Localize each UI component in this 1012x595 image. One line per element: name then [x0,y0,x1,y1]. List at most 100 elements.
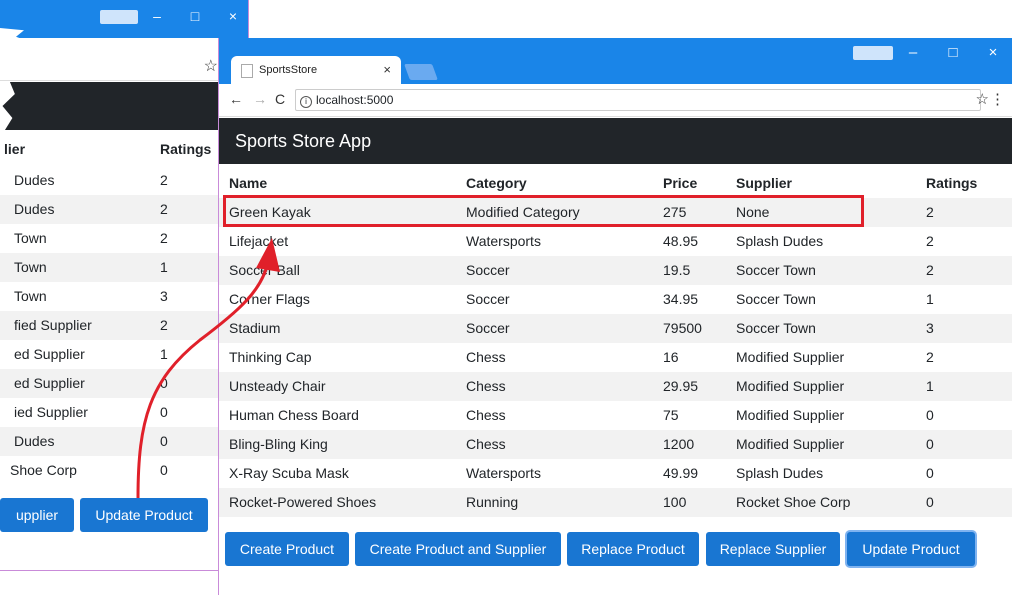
browser-window: SportsStore × – □ × ← → C i localhost:500… [218,38,1012,595]
column-header-supplier: lier [4,141,26,157]
table-row: Human Chess Board Chess 75 Modified Supplie… [219,401,1012,430]
close-button[interactable]: × [973,44,1012,64]
back-app-header [2,82,248,130]
back-table-row: ed Supplier 0 [0,369,220,398]
address-bar: ← → C i localhost:5000 ☆ ⋮ [219,84,1012,117]
rating-cell: 2 [926,233,934,249]
supplier-cell: Soccer Town [736,262,816,278]
button-bar: Create Product Create Product and Suppli… [219,532,1012,568]
user-icon[interactable] [853,44,893,64]
supplier-cell: Soccer Town [736,291,816,307]
column-header-name: Name [229,175,268,191]
bookmark-star-icon[interactable]: ☆ [204,56,218,76]
url-text: localhost:5000 [316,93,394,107]
table-row: Bling-Bling King Chess 1200 Modified Suppli… [219,430,1012,459]
reload-icon[interactable]: C [275,91,285,107]
menu-icon[interactable]: ⋮ [990,90,1005,108]
back-table-row: Dudes 2 [0,195,220,224]
supplier-cell: Modified Supplier [736,378,845,394]
update-product-button[interactable]: Update Product [80,498,208,532]
table-row: Rocket-Powered Shoes Running 100 Rocket Sho… [219,488,1012,517]
create-product-and-supplier-button[interactable]: Create Product and Supplier [355,532,561,566]
supplier-cell: Splash Dudes [736,465,824,481]
back-titlebar: – □ × [0,0,248,38]
titlebar: SportsStore × – □ × [219,38,1012,84]
rating-cell: 0 [160,375,168,391]
supplier-cell: Dudes [14,172,55,188]
supplier-cell: Modified Supplier [736,349,845,365]
price-cell: 100 [663,494,687,510]
update-product-button[interactable]: Update Product [847,532,975,566]
rating-cell: 2 [926,262,934,278]
category-cell: Chess [466,349,506,365]
replace-product-button[interactable]: Replace Product [567,532,699,566]
category-cell: Running [466,494,519,510]
rating-cell: 1 [160,346,168,362]
back-arrow-icon[interactable]: ← [229,91,243,107]
price-cell: 1200 [663,436,695,452]
supplier-cell: Modified Supplier [736,436,845,452]
maximize-button[interactable]: □ [933,44,973,64]
back-table-row: ed Supplier 1 [0,340,220,369]
price-cell: 75 [663,407,679,423]
minimize-button[interactable]: – [893,44,933,64]
category-cell: Soccer [466,262,510,278]
supplier-cell: Dudes [14,201,55,217]
back-table-row: Shoe Corp 0 [0,456,220,485]
replace-supplier-button[interactable]: upplier [0,498,74,532]
category-cell: Watersports [466,233,541,249]
price-cell: 19.5 [663,262,691,278]
table-header: Name Category Price Supplier Ratings [219,168,1012,198]
rating-cell: 0 [926,407,934,423]
create-product-button[interactable]: Create Product [225,532,349,566]
name-cell: Soccer Ball [229,262,300,278]
tab-sportsstore[interactable]: SportsStore × [231,56,401,84]
rating-cell: 3 [926,320,934,336]
rating-cell: 2 [160,230,168,246]
forward-arrow-icon[interactable]: → [253,91,267,107]
back-table-row: fied Supplier 2 [0,311,220,340]
new-tab-button[interactable] [404,64,438,80]
name-cell: Rocket-Powered Shoes [229,494,377,510]
price-cell: 48.95 [663,233,699,249]
back-address-bar[interactable]: ☆ [0,52,248,81]
highlight-box [223,195,864,227]
page-icon [241,64,253,78]
supplier-cell: ed Supplier [14,346,85,362]
rating-cell: 1 [926,378,934,394]
back-table-row: Town 3 [0,282,220,311]
minimize-button[interactable]: – [138,8,176,27]
category-cell: Soccer [466,291,510,307]
supplier-cell: Splash Dudes [736,233,824,249]
name-cell: Stadium [229,320,281,336]
maximize-button[interactable]: □ [176,8,214,27]
back-table-row: Dudes 2 [0,166,220,195]
rating-cell: 0 [160,462,168,478]
name-cell: X-Ray Scuba Mask [229,465,349,481]
back-table-row: ied Supplier 0 [0,398,220,427]
user-icon[interactable] [100,8,138,27]
app-header: Sports Store App [219,118,1012,164]
supplier-cell: Town [14,230,47,246]
rating-cell: 2 [926,204,934,220]
table-row: X-Ray Scuba Mask Watersports 49.99 Splash D… [219,459,1012,488]
category-cell: Chess [466,436,506,452]
price-cell: 34.95 [663,291,699,307]
bookmark-star-icon[interactable]: ☆ [976,90,989,108]
rating-cell: 0 [160,433,168,449]
price-cell: 49.99 [663,465,699,481]
table-row: Corner Flags Soccer 34.95 Soccer Town 1 [219,285,1012,314]
replace-supplier-button[interactable]: Replace Supplier [706,532,840,566]
info-icon[interactable]: i [300,96,312,108]
url-input[interactable]: i localhost:5000 [295,89,981,111]
column-header-ratings: Ratings [160,141,212,157]
back-product-table: lier Ratings Dudes 2 Dudes 2 Town 2 Town 1 Town 3… [0,132,220,485]
rating-cell: 0 [926,494,934,510]
close-button[interactable]: × [214,8,248,27]
supplier-cell: Shoe Corp [10,462,77,478]
tab-close-icon[interactable]: × [383,62,391,77]
supplier-cell: Dudes [14,433,55,449]
table-row: Stadium Soccer 79500 Soccer Town 3 [219,314,1012,343]
supplier-cell: fied Supplier [14,317,92,333]
category-cell: Chess [466,407,506,423]
